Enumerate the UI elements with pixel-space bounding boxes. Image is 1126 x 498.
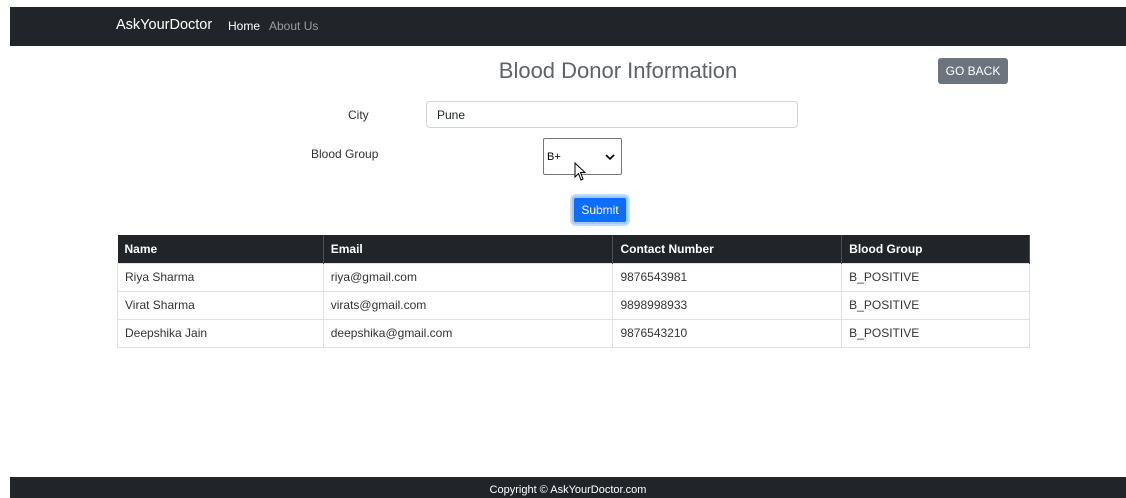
brand-link[interactable]: AskYourDoctor (116, 17, 212, 33)
city-input[interactable] (426, 101, 798, 128)
column-header-contact-number: Contact Number (612, 235, 843, 263)
nav-link-home[interactable]: Home (228, 19, 260, 33)
cell-contact-number: 9876543210 (612, 318, 843, 348)
cell-email: virats@gmail.com (323, 290, 614, 319)
cell-name: Riya Sharma (117, 262, 324, 291)
cell-blood-group: B_POSITIVE (841, 290, 1030, 319)
go-back-button[interactable]: GO BACK (938, 58, 1008, 84)
column-header-blood-group: Blood Group (841, 235, 1030, 263)
chevron-down-icon (605, 153, 615, 160)
table-header-row: Name Email Contact Number Blood Group (117, 235, 1030, 263)
cell-name: Virat Sharma (117, 290, 324, 319)
footer-copyright: Copyright © AskYourDoctor.com (489, 484, 647, 496)
page-title: Blood Donor Information (498, 58, 738, 83)
city-label: City (348, 108, 369, 122)
table-row: Riya Sharma riya@gmail.com 9876543981 B_… (117, 262, 1030, 291)
donor-table: Name Email Contact Number Blood Group Ri… (117, 235, 1030, 348)
cell-name: Deepshika Jain (117, 318, 324, 348)
nav-link-about-us[interactable]: About Us (269, 19, 318, 33)
cell-contact-number: 9876543981 (612, 262, 843, 291)
cell-blood-group: B_POSITIVE (841, 318, 1030, 348)
cell-contact-number: 9898998933 (612, 290, 843, 319)
mouse-pointer-icon (574, 162, 587, 181)
cell-email: deepshika@gmail.com (323, 318, 614, 348)
submit-button[interactable]: Submit (572, 196, 628, 224)
blood-group-selected-value: B+ (547, 150, 561, 163)
cell-email: riya@gmail.com (323, 262, 614, 291)
column-header-email: Email (323, 235, 614, 263)
footer: Copyright © AskYourDoctor.com (10, 477, 1126, 498)
column-header-name: Name (117, 235, 324, 263)
table-row: Deepshika Jain deepshika@gmail.com 98765… (117, 318, 1030, 348)
cell-blood-group: B_POSITIVE (841, 262, 1030, 291)
table-row: Virat Sharma virats@gmail.com 9898998933… (117, 290, 1030, 319)
blood-group-label: Blood Group (311, 147, 379, 161)
navbar: AskYourDoctor Home About Us (10, 7, 1126, 46)
